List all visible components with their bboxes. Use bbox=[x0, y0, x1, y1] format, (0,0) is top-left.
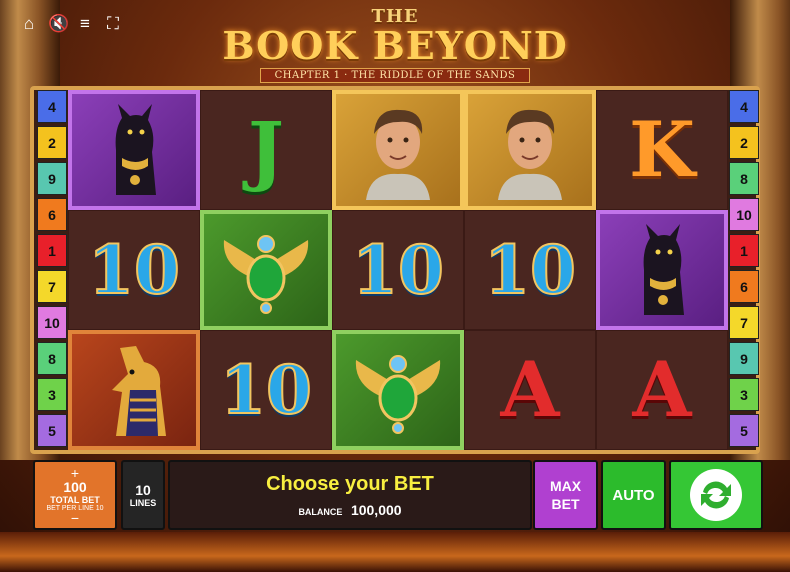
reel-cell-r1-c2: J bbox=[200, 90, 332, 210]
balance-display: BALANCE 100,000 bbox=[298, 502, 401, 518]
reel-cell-r2-c4: 10 bbox=[464, 210, 596, 330]
reel-cell-r3-c1 bbox=[68, 330, 200, 450]
explorer-symbol-icon bbox=[498, 109, 562, 200]
message-panel: Choose your BET BALANCE 100,000 bbox=[168, 460, 532, 530]
payline-left-3: 3 bbox=[37, 378, 67, 411]
symbol-A: A bbox=[500, 345, 560, 434]
reel-cell-r1-c3 bbox=[332, 90, 464, 210]
lines-value: 10 bbox=[135, 482, 151, 498]
total-bet-control: + 100 TOTAL BET BET PER LINE 10 − bbox=[33, 460, 117, 530]
payline-left-7: 7 bbox=[37, 270, 67, 303]
reel-grid: J K 10 10 10 10 A A bbox=[68, 90, 728, 450]
auto-play-button[interactable]: AUTO bbox=[601, 460, 666, 530]
logo-title: BOOK BEYOND bbox=[222, 23, 568, 68]
payline-right-2: 2 bbox=[729, 126, 759, 159]
floor-decoration bbox=[0, 532, 790, 572]
balance-label: BALANCE bbox=[298, 506, 343, 517]
total-bet-amount: 100 bbox=[63, 478, 87, 495]
anubis-symbol-icon bbox=[112, 346, 166, 436]
reel-cell-r3-c3 bbox=[332, 330, 464, 450]
payline-right-4: 4 bbox=[729, 90, 759, 123]
payline-left-6: 6 bbox=[37, 198, 67, 231]
payline-left-9: 9 bbox=[37, 162, 67, 195]
reel-cell-r3-c4: A bbox=[464, 330, 596, 450]
max-bet-button[interactable]: MAX BET bbox=[533, 460, 598, 530]
total-bet-label: TOTAL BET bbox=[50, 494, 100, 505]
cat-symbol-icon bbox=[115, 104, 156, 195]
reel-cell-r3-c5: A bbox=[596, 330, 728, 450]
payline-right-3: 3 bbox=[729, 378, 759, 411]
reel-cell-r2-c1: 10 bbox=[68, 210, 200, 330]
payline-indicators-left: 4 2 9 6 1 7 10 8 3 5 bbox=[37, 90, 67, 450]
lines-label: LINES bbox=[129, 498, 157, 508]
explorer-symbol-icon bbox=[366, 109, 430, 200]
reel-cell-r2-c3: 10 bbox=[332, 210, 464, 330]
balance-value: 100,000 bbox=[350, 501, 402, 518]
lines-button[interactable]: 10 LINES bbox=[121, 460, 165, 530]
payline-left-8: 8 bbox=[37, 342, 67, 375]
spin-arrows-icon bbox=[690, 469, 742, 521]
payline-left-5: 5 bbox=[37, 414, 67, 447]
payline-right-10: 10 bbox=[729, 198, 759, 231]
cat-symbol-icon bbox=[643, 224, 684, 315]
logo-subtitle: CHAPTER 1 · THE RIDDLE OF THE SANDS bbox=[259, 68, 531, 83]
payline-left-2: 2 bbox=[37, 126, 67, 159]
reel-cell-r2-c2 bbox=[200, 210, 332, 330]
payline-indicators-right: 4 2 8 10 1 6 7 9 3 5 bbox=[729, 90, 759, 450]
bet-decrease-button[interactable]: − bbox=[71, 511, 79, 525]
symbol-J: J bbox=[248, 105, 284, 194]
spin-button[interactable] bbox=[669, 460, 763, 530]
payline-right-1: 1 bbox=[729, 234, 759, 267]
scarab-symbol-icon bbox=[355, 355, 441, 434]
reel-cell-r1-c5: K bbox=[596, 90, 728, 210]
symbol-10: 10 bbox=[351, 231, 445, 309]
reel-cell-r2-c5 bbox=[596, 210, 728, 330]
symbol-K: K bbox=[628, 105, 696, 194]
control-bar: + 100 TOTAL BET BET PER LINE 10 − 10 LIN… bbox=[30, 460, 765, 532]
symbol-10: 10 bbox=[483, 231, 577, 309]
reel-cell-r3-c2: 10 bbox=[200, 330, 332, 450]
payline-right-6: 6 bbox=[729, 270, 759, 303]
reel-cell-r1-c4 bbox=[464, 90, 596, 210]
payline-left-4: 4 bbox=[37, 90, 67, 123]
payline-right-7: 7 bbox=[729, 306, 759, 339]
reel-cell-r1-c1 bbox=[68, 90, 200, 210]
payline-right-9: 9 bbox=[729, 342, 759, 375]
symbol-10: 10 bbox=[219, 351, 313, 429]
payline-right-5: 5 bbox=[729, 414, 759, 447]
game-logo: THE BOOK BEYOND CHAPTER 1 · THE RIDDLE O… bbox=[0, 6, 790, 83]
payline-left-1: 1 bbox=[37, 234, 67, 267]
scarab-symbol-icon bbox=[223, 235, 309, 314]
status-message: Choose your BET bbox=[266, 472, 434, 495]
payline-left-10: 10 bbox=[37, 306, 67, 339]
bet-increase-button[interactable]: + bbox=[71, 466, 79, 480]
payline-right-8: 8 bbox=[729, 162, 759, 195]
symbol-A: A bbox=[632, 345, 692, 434]
symbol-10: 10 bbox=[87, 231, 181, 309]
